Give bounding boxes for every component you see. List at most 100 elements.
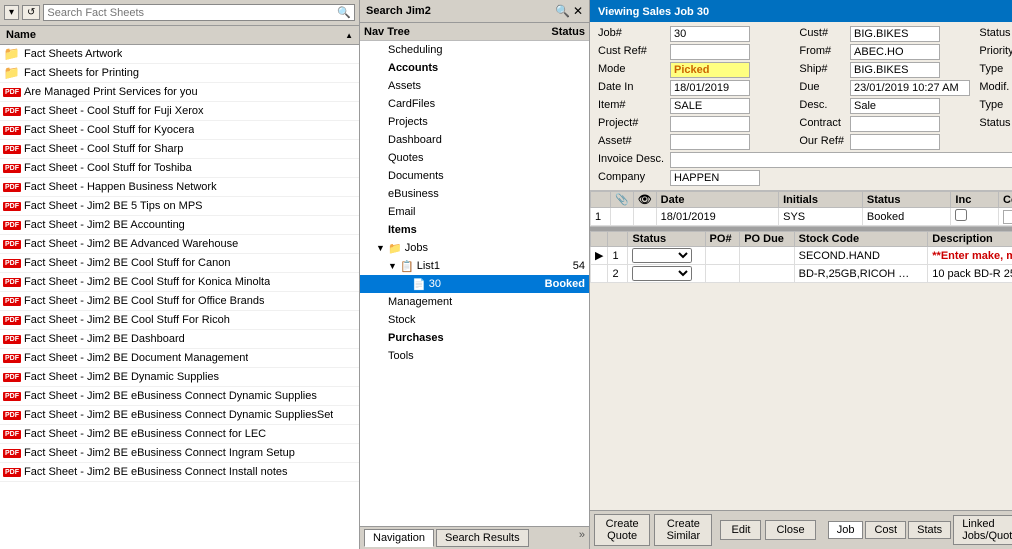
col-header: Name ▲ [0, 26, 359, 45]
our-ref-field[interactable] [850, 134, 940, 150]
nav-tree-item[interactable]: Stock [360, 311, 589, 329]
file-name: Fact Sheet - Jim2 BE Advanced Warehouse [24, 238, 238, 250]
list-item[interactable]: PDFAre Managed Print Services for you [0, 83, 359, 102]
asset-field[interactable] [670, 134, 750, 150]
cust-field[interactable] [850, 26, 940, 42]
list-item[interactable]: PDFFact Sheet - Cool Stuff for Sharp [0, 140, 359, 159]
search-input[interactable] [47, 7, 337, 19]
status-select[interactable] [632, 248, 692, 263]
nav-tree-item[interactable]: Assets [360, 77, 589, 95]
list-item[interactable]: PDFFact Sheet - Cool Stuff for Toshiba [0, 159, 359, 178]
list-item[interactable]: PDFFact Sheet - Jim2 BE eBusiness Connec… [0, 463, 359, 482]
list-item[interactable]: PDFFact Sheet - Jim2 BE Document Managem… [0, 349, 359, 368]
table-row[interactable]: 2 BD-R,25GB,RICOH … 10 pack BD-R 25… - R… [591, 265, 1012, 283]
lower-col-num [608, 232, 628, 247]
list-item[interactable]: PDFFact Sheet - Cool Stuff for Kyocera [0, 121, 359, 140]
nav-tree-item[interactable]: Items [360, 221, 589, 239]
list-item[interactable]: PDFFact Sheet - Jim2 BE 5 Tips on MPS [0, 197, 359, 216]
ship-field[interactable] [850, 62, 940, 78]
job-field[interactable] [670, 26, 750, 42]
list-item[interactable]: 📁Fact Sheets Artwork [0, 45, 359, 64]
create-similar-btn[interactable]: Create Similar [654, 514, 712, 546]
nav-tree-item[interactable]: Documents [360, 167, 589, 185]
row-arrow: ▶ [591, 247, 608, 265]
nav-label: Dashboard [388, 134, 442, 146]
dropdown-btn[interactable]: ▾ [4, 5, 19, 20]
tab-search-results[interactable]: Search Results [436, 529, 529, 547]
nav-tree-item[interactable]: Dashboard [360, 131, 589, 149]
list-item[interactable]: PDFFact Sheet - Cool Stuff for Fuji Xero… [0, 102, 359, 121]
tab-navigation[interactable]: Navigation [364, 529, 434, 547]
comment-field[interactable] [1003, 210, 1012, 224]
upper-table-wrap: 📎 👁 Date Initials Status Inc Comment 1 1… [590, 191, 1012, 227]
list-item[interactable]: PDFFact Sheet - Jim2 BE Advanced Warehou… [0, 235, 359, 254]
nav-tree-label: Nav Tree [364, 26, 410, 38]
company-field[interactable] [670, 170, 760, 186]
list-item[interactable]: PDFFact Sheet - Jim2 BE eBusiness Connec… [0, 406, 359, 425]
tab-cost[interactable]: Cost [865, 521, 906, 539]
refresh-btn[interactable]: ↺ [22, 5, 40, 20]
list-item[interactable]: PDFFact Sheet - Jim2 BE Cool Stuff for K… [0, 273, 359, 292]
list-item[interactable]: PDFFact Sheet - Jim2 BE eBusiness Connec… [0, 444, 359, 463]
edit-btn[interactable]: Edit [720, 520, 761, 540]
table-row[interactable]: 1 18/01/2019 SYS Booked [591, 208, 1012, 226]
file-name: Fact Sheet - Jim2 BE eBusiness Connect I… [24, 466, 288, 478]
lower-col-arrow [591, 232, 608, 247]
nav-tree-item[interactable]: ▼📋List154 [360, 257, 589, 275]
search-icon-mid[interactable]: 🔍 [555, 4, 570, 18]
list-item[interactable]: 📁Fact Sheets for Printing [0, 64, 359, 83]
nav-tree-item[interactable]: Purchases [360, 329, 589, 347]
list-item[interactable]: PDFFact Sheet - Jim2 BE Cool Stuff for O… [0, 292, 359, 311]
invoice-desc-field[interactable] [670, 152, 1012, 168]
desc-field[interactable] [850, 98, 940, 114]
mid-footer-arrow[interactable]: » [579, 529, 585, 547]
contract-field[interactable] [850, 116, 940, 132]
table-row[interactable]: ▶ 1 SECOND.HAND **Enter make, model and … [591, 247, 1012, 265]
list-item[interactable]: PDFFact Sheet - Happen Business Network [0, 178, 359, 197]
close-btn[interactable]: Close [765, 520, 815, 540]
list-item[interactable]: PDFFact Sheet - Jim2 BE eBusiness Connec… [0, 425, 359, 444]
nav-tree-item[interactable]: eBusiness [360, 185, 589, 203]
pdf-icon: PDF [4, 407, 20, 423]
date-in-field[interactable] [670, 80, 750, 96]
right-title: Viewing Sales Job 30 [598, 6, 709, 18]
list-item[interactable]: PDFFact Sheet - Jim2 BE eBusiness Connec… [0, 387, 359, 406]
upper-col-comment: Comment [999, 192, 1012, 208]
nav-tree-item[interactable]: ▼📁Jobs [360, 239, 589, 257]
list-item[interactable]: PDFFact Sheet - Jim2 BE Dashboard [0, 330, 359, 349]
tab-stats[interactable]: Stats [908, 521, 951, 539]
nav-tree-item[interactable]: 📄30Booked [360, 275, 589, 293]
from-field[interactable] [850, 44, 940, 60]
nav-tree-item[interactable]: Accounts [360, 59, 589, 77]
list-item[interactable]: PDFFact Sheet - Jim2 BE Dynamic Supplies [0, 368, 359, 387]
status-select[interactable] [632, 266, 692, 281]
sort-arrows[interactable]: ▲ [345, 31, 353, 40]
list-item[interactable]: PDFFact Sheet - Jim2 BE Cool Stuff for C… [0, 254, 359, 273]
cust-ref-field[interactable] [670, 44, 750, 60]
nav-tree-item[interactable]: Management [360, 293, 589, 311]
nav-tree-item[interactable]: Scheduling [360, 41, 589, 59]
list-item[interactable]: PDFFact Sheet - Jim2 BE Accounting [0, 216, 359, 235]
nav-tree-item[interactable]: Projects [360, 113, 589, 131]
pdf-icon: PDF [4, 350, 20, 366]
tab-linked[interactable]: Linked Jobs/Quotes [953, 515, 1012, 545]
inc-checkbox[interactable] [955, 209, 967, 221]
nav-tree-item[interactable]: Tools [360, 347, 589, 365]
row-num: 2 [608, 265, 628, 283]
search-icon[interactable]: 🔍 [337, 6, 351, 19]
tree-expander[interactable]: ▼ [376, 243, 386, 253]
nav-label: Projects [388, 116, 428, 128]
close-icon-mid[interactable]: ✕ [573, 4, 583, 18]
nav-label: Documents [388, 170, 444, 182]
tab-job[interactable]: Job [828, 521, 864, 539]
nav-tree-item[interactable]: Quotes [360, 149, 589, 167]
item-field[interactable] [670, 98, 750, 114]
file-name: Fact Sheet - Happen Business Network [24, 181, 217, 193]
list-item[interactable]: PDFFact Sheet - Jim2 BE Cool Stuff For R… [0, 311, 359, 330]
create-quote-btn[interactable]: Create Quote [594, 514, 650, 546]
tree-expander[interactable]: ▼ [388, 261, 398, 271]
nav-tree-item[interactable]: CardFiles [360, 95, 589, 113]
nav-tree-item[interactable]: Email [360, 203, 589, 221]
project-field[interactable] [670, 116, 750, 132]
due-field[interactable] [850, 80, 970, 96]
